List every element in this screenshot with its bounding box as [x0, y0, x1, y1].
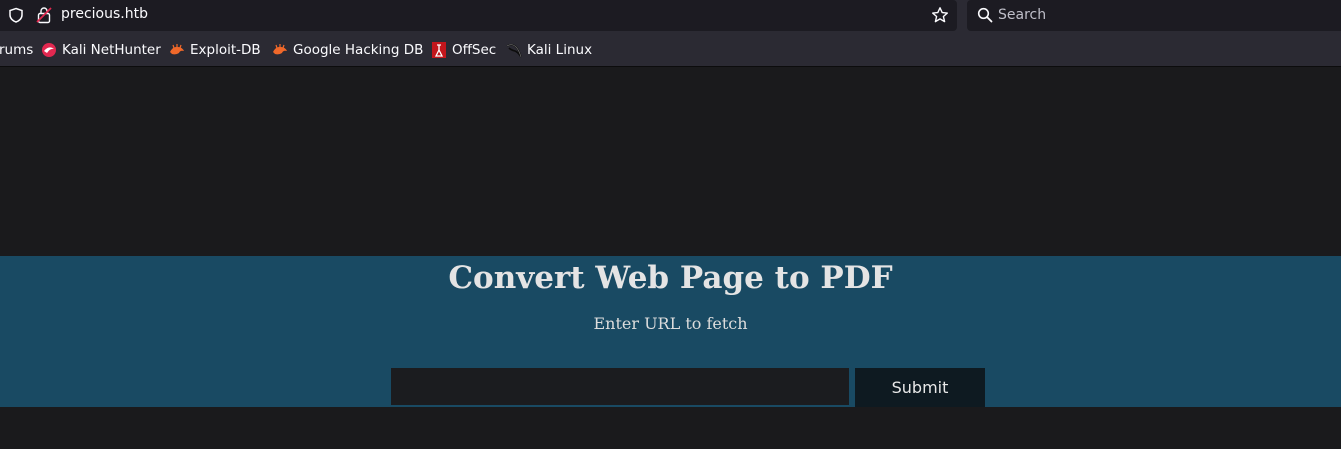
- page-subtitle: Enter URL to fetch: [593, 314, 748, 333]
- submit-button[interactable]: Submit: [855, 368, 985, 407]
- address-bar[interactable]: precious.htb: [0, 0, 957, 31]
- kali-nethunter-icon: [42, 43, 56, 57]
- bookmark-label: OffSec: [452, 42, 497, 58]
- converter-section: Convert Web Page to PDF Enter URL to fet…: [0, 256, 1341, 407]
- offsec-icon: [432, 42, 446, 58]
- bookmark-label: Exploit-DB: [190, 42, 261, 58]
- page-title: Convert Web Page to PDF: [448, 260, 893, 296]
- exploit-db-icon: [273, 44, 287, 55]
- page-background-top: [0, 67, 1341, 256]
- search-bar[interactable]: Search: [967, 0, 1341, 31]
- search-placeholder: Search: [998, 7, 1047, 23]
- bookmark-label: Google Hacking DB: [293, 42, 424, 58]
- bookmark-label: Kali NetHunter: [62, 42, 161, 58]
- bookmark-kali-nethunter[interactable]: Kali NetHunter: [41, 41, 161, 59]
- bookmark-offsec[interactable]: OffSec: [431, 41, 496, 59]
- bookmark-forums[interactable]: rums: [0, 41, 33, 59]
- bookmark-label: rums: [0, 42, 34, 58]
- shield-icon[interactable]: [8, 7, 24, 23]
- browser-toolbar: precious.htb Search: [0, 0, 1341, 32]
- kali-dragon-icon: [506, 43, 522, 58]
- bookmark-label: Kali Linux: [527, 42, 593, 58]
- page-background-bottom: [0, 407, 1341, 449]
- url-input[interactable]: [391, 368, 849, 405]
- bookmark-star-icon[interactable]: [931, 6, 949, 24]
- bookmarks-toolbar: rums Kali NetHunter Exploit-DB Google Ha…: [0, 32, 1341, 67]
- bookmark-kali-linux[interactable]: Kali Linux: [506, 41, 592, 59]
- bookmark-exploit-db[interactable]: Exploit-DB: [169, 41, 261, 59]
- search-icon: [977, 7, 993, 23]
- bookmark-google-hacking-db[interactable]: Google Hacking DB: [272, 41, 423, 59]
- url-text[interactable]: precious.htb: [61, 6, 148, 22]
- lock-icon[interactable]: [36, 6, 52, 24]
- exploit-db-icon: [170, 44, 184, 55]
